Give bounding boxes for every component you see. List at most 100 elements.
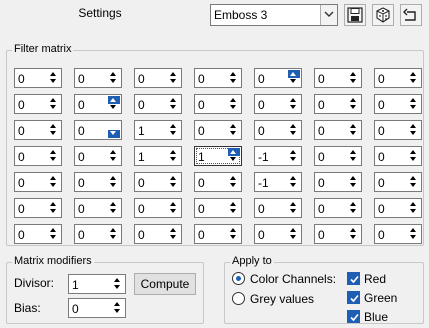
stepper-up-icon[interactable] <box>410 124 416 128</box>
stepper-down-icon[interactable] <box>230 105 236 109</box>
matrix-cell-r6-c1[interactable]: 0 <box>74 224 122 244</box>
matrix-cell-r3-c0[interactable]: 0 <box>14 146 62 166</box>
stepper-up-icon[interactable] <box>410 72 416 76</box>
matrix-cell-stepper[interactable] <box>228 122 240 138</box>
stepper-up-icon[interactable] <box>290 228 296 232</box>
stepper-down-icon[interactable] <box>350 79 356 83</box>
matrix-cell-stepper[interactable] <box>48 200 60 216</box>
matrix-cell-r5-c5[interactable]: 0 <box>314 198 362 218</box>
matrix-cell-stepper[interactable] <box>168 70 180 86</box>
stepper-up-icon[interactable] <box>290 202 296 206</box>
bias-input[interactable]: 0 <box>68 298 126 318</box>
stepper-up-icon[interactable] <box>410 176 416 180</box>
matrix-cell-r1-c3[interactable]: 0 <box>194 94 242 114</box>
stepper-down-icon[interactable] <box>290 157 296 161</box>
matrix-cell-r3-c1[interactable]: 0 <box>74 146 122 166</box>
stepper-up-icon[interactable] <box>230 228 236 232</box>
stepper-down-icon[interactable] <box>410 105 416 109</box>
stepper-up-icon[interactable] <box>410 150 416 154</box>
stepper-up-icon[interactable] <box>230 98 236 102</box>
matrix-cell-r5-c1[interactable]: 0 <box>74 198 122 218</box>
stepper-down-icon[interactable] <box>50 183 56 187</box>
stepper-up-icon[interactable] <box>350 98 356 102</box>
stepper-down-icon[interactable] <box>350 157 356 161</box>
stepper-down-icon[interactable] <box>110 105 116 109</box>
stepper-down-icon[interactable] <box>170 235 176 239</box>
stepper-down-icon[interactable] <box>290 209 296 213</box>
stepper-down-icon[interactable] <box>50 79 56 83</box>
stepper-up-icon[interactable] <box>110 150 116 154</box>
matrix-cell-r1-c0[interactable]: 0 <box>14 94 62 114</box>
matrix-cell-stepper[interactable] <box>408 226 420 242</box>
matrix-cell-r5-c2[interactable]: 0 <box>134 198 182 218</box>
stepper-down-icon[interactable] <box>410 209 416 213</box>
matrix-cell-r2-c4[interactable]: 0 <box>254 120 302 140</box>
stepper-down-icon[interactable] <box>50 105 56 109</box>
stepper-down-icon[interactable] <box>230 131 236 135</box>
green-checkbox[interactable] <box>347 291 360 304</box>
stepper-up-icon[interactable] <box>170 228 176 232</box>
stepper-up-icon[interactable] <box>350 176 356 180</box>
matrix-cell-r4-c4[interactable]: -1 <box>254 172 302 192</box>
matrix-cell-r2-c1[interactable]: 0 <box>74 120 122 140</box>
matrix-cell-r3-c5[interactable]: 0 <box>314 146 362 166</box>
matrix-cell-r5-c4[interactable]: 0 <box>254 198 302 218</box>
matrix-cell-r2-c0[interactable]: 0 <box>14 120 62 140</box>
stepper-up-icon[interactable] <box>290 124 296 128</box>
stepper-down-icon[interactable] <box>114 309 120 313</box>
stepper-up-icon[interactable] <box>114 302 120 306</box>
stepper-down-icon[interactable] <box>50 157 56 161</box>
blue-checkbox[interactable] <box>347 310 360 323</box>
stepper-down-icon[interactable] <box>290 183 296 187</box>
matrix-cell-stepper[interactable] <box>108 148 120 164</box>
stepper-up-icon[interactable] <box>290 72 296 76</box>
matrix-cell-stepper[interactable] <box>108 174 120 190</box>
stepper-down-icon[interactable] <box>170 131 176 135</box>
matrix-cell-stepper[interactable] <box>168 148 180 164</box>
stepper-down-icon[interactable] <box>110 235 116 239</box>
stepper-up-icon[interactable] <box>110 176 116 180</box>
stepper-up-icon[interactable] <box>350 72 356 76</box>
stepper-up-icon[interactable] <box>50 228 56 232</box>
bias-stepper[interactable] <box>112 300 124 316</box>
matrix-cell-stepper[interactable] <box>348 70 360 86</box>
stepper-up-icon[interactable] <box>350 124 356 128</box>
matrix-cell-stepper[interactable] <box>48 70 60 86</box>
stepper-down-icon[interactable] <box>230 79 236 83</box>
matrix-cell-stepper[interactable] <box>48 148 60 164</box>
matrix-cell-r3-c3[interactable]: 1 <box>194 146 242 166</box>
matrix-cell-stepper[interactable] <box>288 96 300 112</box>
matrix-cell-stepper[interactable] <box>408 122 420 138</box>
stepper-up-icon[interactable] <box>170 150 176 154</box>
stepper-down-icon[interactable] <box>170 209 176 213</box>
matrix-cell-stepper[interactable] <box>108 226 120 242</box>
matrix-cell-stepper[interactable] <box>228 200 240 216</box>
stepper-down-icon[interactable] <box>114 285 120 289</box>
matrix-cell-r6-c6[interactable]: 0 <box>374 224 422 244</box>
stepper-up-icon[interactable] <box>350 202 356 206</box>
matrix-cell-stepper[interactable] <box>288 174 300 190</box>
stepper-down-icon[interactable] <box>410 157 416 161</box>
matrix-cell-r3-c2[interactable]: 1 <box>134 146 182 166</box>
matrix-cell-r6-c3[interactable]: 0 <box>194 224 242 244</box>
matrix-cell-stepper[interactable] <box>288 200 300 216</box>
matrix-cell-r2-c6[interactable]: 0 <box>374 120 422 140</box>
stepper-down-icon[interactable] <box>410 235 416 239</box>
stepper-up-icon[interactable] <box>290 98 296 102</box>
matrix-cell-r6-c5[interactable]: 0 <box>314 224 362 244</box>
preset-dropdown[interactable]: Emboss 3 <box>210 4 338 26</box>
matrix-cell-stepper[interactable] <box>108 200 120 216</box>
compute-button[interactable]: Compute <box>134 273 196 295</box>
stepper-up-icon[interactable] <box>110 124 116 128</box>
stepper-up-icon[interactable] <box>170 176 176 180</box>
matrix-cell-r0-c5[interactable]: 0 <box>314 68 362 88</box>
matrix-cell-r0-c6[interactable]: 0 <box>374 68 422 88</box>
matrix-cell-r2-c2[interactable]: 1 <box>134 120 182 140</box>
stepper-down-icon[interactable] <box>350 105 356 109</box>
matrix-cell-stepper[interactable] <box>168 200 180 216</box>
matrix-cell-stepper[interactable] <box>168 122 180 138</box>
matrix-cell-r5-c3[interactable]: 0 <box>194 198 242 218</box>
stepper-down-icon[interactable] <box>110 131 116 135</box>
stepper-up-icon[interactable] <box>230 150 236 154</box>
matrix-cell-r5-c0[interactable]: 0 <box>14 198 62 218</box>
